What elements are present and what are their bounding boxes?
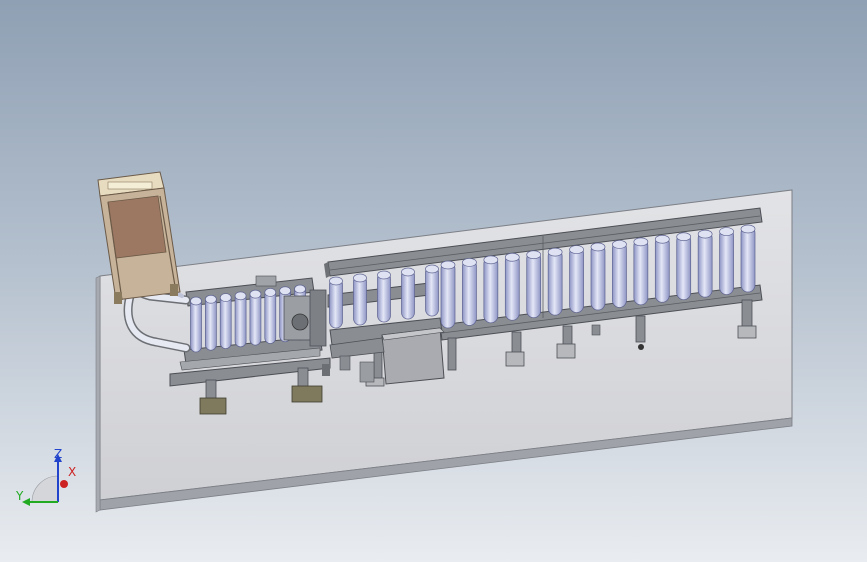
- roller-end: [569, 245, 584, 254]
- roller: [504, 253, 520, 321]
- roller: [719, 228, 734, 295]
- roller-end: [483, 255, 499, 265]
- roller: [353, 274, 367, 326]
- roller-end: [294, 284, 306, 294]
- roller: [612, 241, 627, 308]
- roller: [205, 295, 217, 351]
- triad-base-icon: [31, 475, 59, 503]
- roller: [697, 230, 713, 298]
- roller: [234, 292, 247, 348]
- roller-end: [547, 247, 563, 257]
- roller-end: [504, 252, 520, 262]
- roller-end: [590, 242, 606, 252]
- roller: [740, 225, 756, 293]
- roller-end: [740, 224, 756, 234]
- roller: [190, 297, 202, 353]
- roller-end: [612, 240, 627, 249]
- roller-end: [377, 270, 391, 280]
- y-axis-label: Y: [15, 489, 24, 503]
- roller: [440, 261, 456, 329]
- z-axis-label: Z: [54, 447, 62, 461]
- roller: [401, 268, 415, 320]
- roller-end: [425, 264, 439, 274]
- roller: [569, 246, 584, 313]
- roller-end: [190, 296, 202, 306]
- roller: [633, 238, 649, 306]
- roller-end: [353, 273, 367, 283]
- roller-end: [279, 286, 291, 296]
- roller: [654, 235, 670, 303]
- roller-end: [249, 289, 262, 299]
- cad-viewport[interactable]: Z Y X: [0, 0, 867, 562]
- roller: [329, 277, 343, 329]
- roller-end: [676, 232, 692, 242]
- roller-end: [329, 276, 343, 286]
- roller: [264, 289, 277, 344]
- roller: [462, 259, 477, 326]
- roller: [547, 248, 563, 316]
- roller: [676, 233, 692, 301]
- roller-end: [526, 250, 542, 260]
- roller-end: [264, 288, 277, 297]
- roller-end: [462, 258, 477, 267]
- roller-end: [654, 234, 670, 244]
- roller-end: [719, 227, 734, 236]
- roller: [425, 265, 439, 317]
- roller-end: [633, 237, 649, 247]
- x-axis-icon: [60, 480, 68, 488]
- roller: [483, 256, 499, 324]
- roller-end: [401, 267, 415, 277]
- roller: [249, 290, 262, 346]
- roller-end: [440, 260, 456, 270]
- roller: [590, 243, 606, 311]
- roller-end: [234, 291, 247, 301]
- roller: [526, 251, 542, 319]
- orientation-triad: Z Y X: [15, 447, 76, 506]
- cad-model-scene[interactable]: [0, 0, 867, 562]
- roller-end: [205, 294, 217, 304]
- x-axis-label: X: [68, 465, 76, 479]
- roller: [219, 294, 232, 349]
- roller: [377, 271, 391, 323]
- roller-end: [219, 293, 232, 302]
- roller-end: [697, 229, 713, 239]
